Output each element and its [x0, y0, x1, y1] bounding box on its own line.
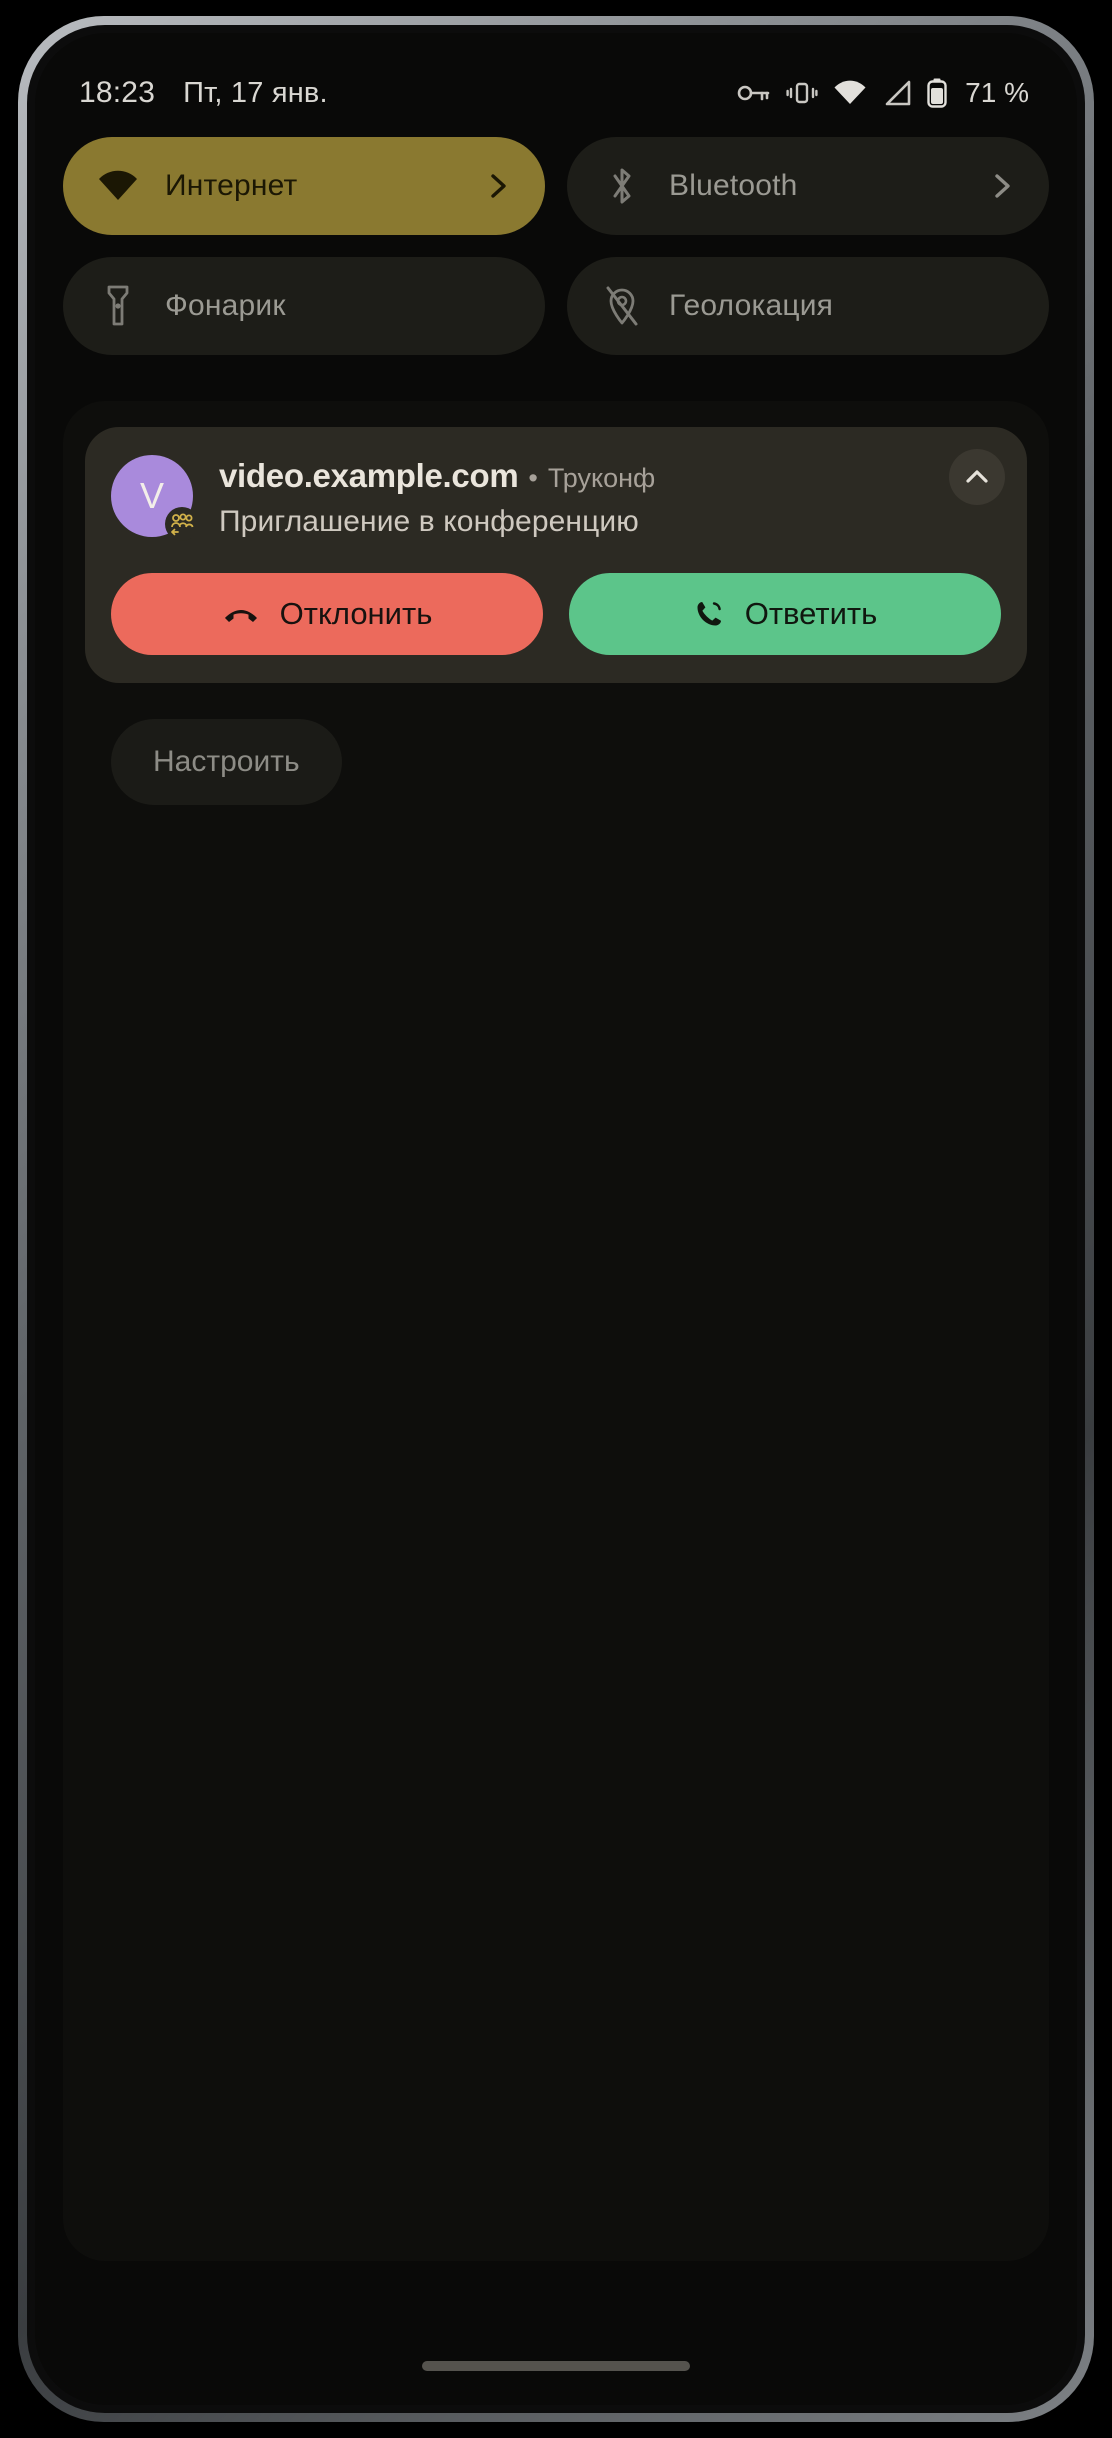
- collapse-notification-button[interactable]: [949, 449, 1005, 505]
- bluetooth-icon: [601, 165, 643, 207]
- notification-app-name: Труконф: [547, 463, 656, 493]
- wifi-icon: [97, 165, 139, 207]
- answer-call-button[interactable]: Ответить: [569, 573, 1001, 655]
- status-bar-left: 18:23 Пт, 17 янв.: [79, 76, 328, 110]
- group-call-icon: [165, 507, 199, 541]
- qs-tile-location[interactable]: Геолокация: [567, 257, 1049, 355]
- status-bar-right: 71 %: [737, 77, 1029, 109]
- call-end-icon: [222, 602, 260, 626]
- decline-call-button[interactable]: Отклонить: [111, 573, 543, 655]
- qs-tile-flashlight[interactable]: Фонарик: [63, 257, 545, 355]
- answer-call-label: Ответить: [744, 596, 878, 631]
- qs-tile-label-location: Геолокация: [669, 289, 834, 322]
- status-clock: 18:23: [79, 76, 156, 109]
- cellular-signal-icon: [882, 80, 912, 106]
- qs-tile-label-bluetooth: Bluetooth: [669, 169, 798, 202]
- battery-percent: 71 %: [965, 77, 1029, 108]
- quick-settings-grid: Интернет Bluetooth Фонарик Геолокация: [63, 137, 1049, 355]
- qs-tile-bluetooth[interactable]: Bluetooth: [567, 137, 1049, 235]
- wifi-icon: [833, 80, 867, 106]
- status-bar: 18:23 Пт, 17 янв. 71 %: [35, 67, 1077, 119]
- notification-subtitle: Приглашение в конференцию: [219, 505, 639, 538]
- battery-icon: [927, 78, 947, 108]
- notification-header: V video.example.com • Труконф Приглашени…: [111, 455, 1001, 541]
- home-indicator[interactable]: [422, 2361, 690, 2371]
- qs-tile-internet[interactable]: Интернет: [63, 137, 545, 235]
- vibrate-icon: [786, 79, 818, 107]
- notification-card[interactable]: V video.example.com • Труконф Приглашени…: [85, 427, 1027, 683]
- avatar: V: [111, 455, 199, 541]
- notification-text-block: video.example.com • Труконф Приглашение …: [219, 455, 1001, 539]
- status-date: Пт, 17 янв.: [183, 77, 328, 109]
- notification-settings-button[interactable]: Настроить: [111, 719, 342, 805]
- chevron-right-icon[interactable]: [989, 173, 1015, 199]
- qs-tile-label-flashlight: Фонарик: [165, 289, 286, 322]
- notification-domain: video.example.com: [219, 457, 519, 494]
- call-icon: [693, 598, 725, 630]
- notification-actions: Отклонить Ответить: [111, 573, 1001, 655]
- chevron-right-icon[interactable]: [485, 173, 511, 199]
- notification-separator: •: [528, 463, 538, 493]
- flashlight-icon: [97, 285, 139, 327]
- decline-call-label: Отклонить: [279, 596, 433, 631]
- notification-shade: V video.example.com • Труконф Приглашени…: [63, 401, 1049, 2261]
- chevron-up-icon: [963, 463, 991, 491]
- qs-tile-label-internet: Интернет: [165, 169, 298, 202]
- notification-settings-label: Настроить: [153, 745, 300, 778]
- notification-title-line: video.example.com • Труконф: [219, 457, 1001, 495]
- location-off-icon: [601, 285, 643, 327]
- screen: 18:23 Пт, 17 янв. 71 % Интернет Bluetoot…: [35, 33, 1077, 2405]
- phone-frame: 18:23 Пт, 17 янв. 71 % Интернет Bluetoot…: [18, 16, 1094, 2422]
- phone-bezel: 18:23 Пт, 17 янв. 71 % Интернет Bluetoot…: [27, 25, 1085, 2413]
- vpn-key-icon: [737, 82, 771, 104]
